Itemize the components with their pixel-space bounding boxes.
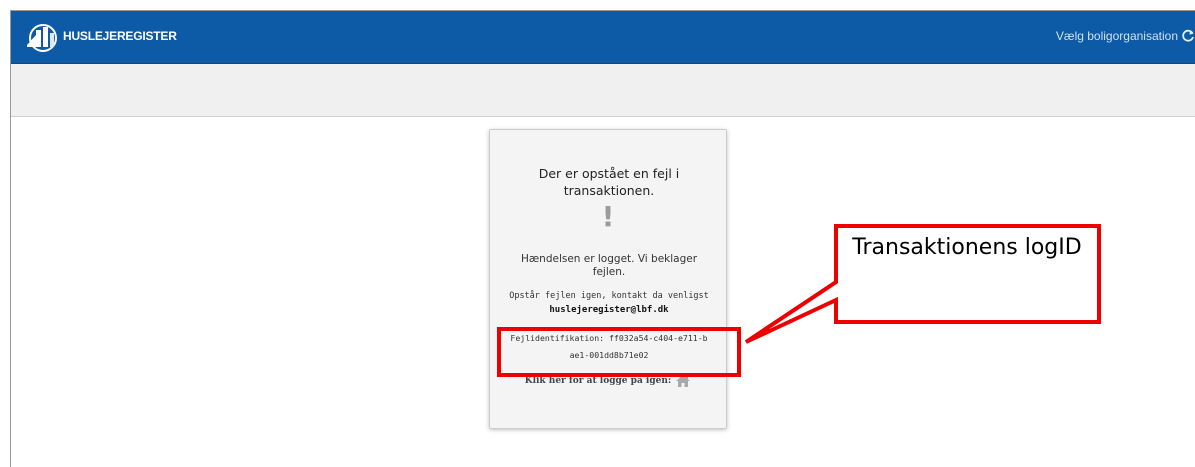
error-id-highlight [497, 327, 741, 377]
callout-label: Transaktionens logID [852, 235, 1082, 260]
choose-organisation-label: Vælg boligorganisation [1055, 29, 1178, 43]
huslejeregister-logo-icon[interactable] [23, 21, 63, 53]
contact-instruction: Opstår fejlen igen, kontakt da venligst [509, 291, 709, 301]
toolbar-area [11, 64, 1195, 117]
brand-name: HUSLEJEREGISTER [63, 29, 177, 43]
exclamation-icon: ! [601, 200, 615, 233]
error-card: Der er opstået en fejl i transaktionen. … [489, 129, 727, 429]
choose-organisation-button[interactable]: Vælg boligorganisation [1056, 25, 1195, 47]
error-title: Der er opstået en fejl i transaktionen. [538, 166, 680, 198]
refresh-icon [1182, 29, 1194, 42]
contact-email-link[interactable]: huslejeregister@lbf.dk [500, 305, 718, 315]
top-header-bar: HUSLEJEREGISTER Vælg boligorganisation [11, 11, 1195, 64]
logged-message: Hændelsen er logget. Vi beklager fejlen. [520, 253, 698, 278]
relogin-label: Klik her for at logge på igen: [524, 376, 672, 386]
